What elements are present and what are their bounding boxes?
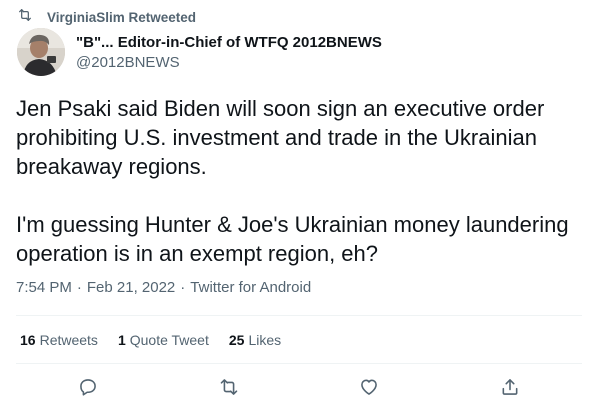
meta-separator: · xyxy=(76,279,82,296)
author-block[interactable]: "B"... Editor-in-Chief of WTFQ 2012BNEWS… xyxy=(76,33,382,73)
divider xyxy=(16,315,582,316)
divider xyxy=(16,363,582,364)
likes-count: 25 xyxy=(228,332,245,348)
tweet-text: Jen Psaki said Biden will soon sign an e… xyxy=(16,94,586,268)
retweet-context: VirginiaSlim Retweeted xyxy=(17,8,196,26)
tweet-stats: 16 Retweets 1 Quote Tweet 25 Likes xyxy=(20,332,301,348)
tweet-source[interactable]: Twitter for Android xyxy=(190,279,311,296)
quotes-count: 1 xyxy=(117,332,126,348)
retweeted-by-label[interactable]: VirginiaSlim Retweeted xyxy=(47,10,196,25)
action-bar xyxy=(0,376,598,402)
retweets-label: Retweets xyxy=(39,332,98,348)
author-name[interactable]: "B"... Editor-in-Chief of WTFQ 2012BNEWS xyxy=(76,33,382,52)
quotes-stat[interactable]: 1 Quote Tweet xyxy=(118,332,209,348)
likes-label: Likes xyxy=(248,332,282,348)
meta-separator: · xyxy=(180,279,186,296)
tweet-paragraph: Jen Psaki said Biden will soon sign an e… xyxy=(16,96,545,179)
retweets-stat[interactable]: 16 Retweets xyxy=(20,332,98,348)
retweet-icon xyxy=(219,377,239,402)
tweet-meta: 7:54 PM · Feb 21, 2022 · Twitter for And… xyxy=(16,279,311,296)
likes-stat[interactable]: 25 Likes xyxy=(229,332,281,348)
retweet-icon xyxy=(17,7,33,28)
like-button[interactable] xyxy=(356,376,382,402)
avatar[interactable] xyxy=(17,28,65,76)
share-button[interactable] xyxy=(497,376,523,402)
tweet-time[interactable]: 7:54 PM xyxy=(16,279,72,296)
author-handle[interactable]: @2012BNEWS xyxy=(76,53,382,73)
quotes-label: Quote Tweet xyxy=(129,332,209,348)
reply-button[interactable] xyxy=(75,376,101,402)
heart-icon xyxy=(359,377,379,402)
tweet-paragraph: I'm guessing Hunter & Joe's Ukrainian mo… xyxy=(16,212,569,266)
share-icon xyxy=(500,377,520,402)
reply-icon xyxy=(78,377,98,402)
retweets-count: 16 xyxy=(20,332,36,348)
retweet-button[interactable] xyxy=(216,376,242,402)
tweet-date[interactable]: Feb 21, 2022 xyxy=(87,279,175,296)
